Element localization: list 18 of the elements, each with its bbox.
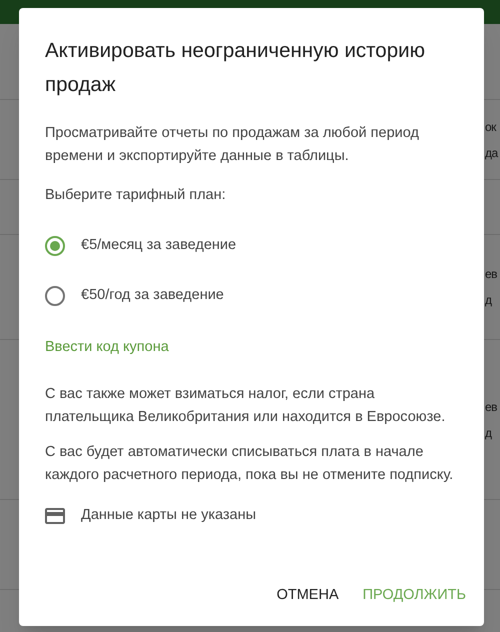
plan-option[interactable]: €5/месяц за заведение: [45, 221, 458, 271]
background-text: ок: [485, 118, 498, 136]
background-text: д: [485, 424, 493, 442]
plan-label: Выберите тарифный план:: [45, 186, 227, 205]
background-text: да: [485, 144, 500, 162]
radio-button[interactable]: [45, 236, 65, 256]
info-note: С вас будет автоматически списываться плата в начале каждого расчетного периода, пока вы не отмените подписку.: [45, 442, 454, 485]
info-note: С вас также может взиматься налог, если страна плательщика Великобритания или находится в Евросоюзе.: [45, 384, 446, 427]
cancel-button[interactable]: ОТМЕНА: [268, 578, 347, 614]
background-text: ев: [485, 266, 498, 283]
description: Просматривайте отчеты по продажам за любой период времени и экспортируйте данные в таблицы.: [45, 124, 420, 166]
background-text: ев: [485, 398, 498, 416]
radio-button[interactable]: [45, 286, 65, 306]
background-text: д: [485, 292, 493, 309]
card-status: Данные карты не указаны: [81, 506, 256, 525]
credit-card-icon: [45, 508, 65, 524]
plan-option[interactable]: €50/год за заведение: [45, 271, 458, 321]
dialog-title: Активировать неограниченную историю продаж: [45, 38, 426, 98]
